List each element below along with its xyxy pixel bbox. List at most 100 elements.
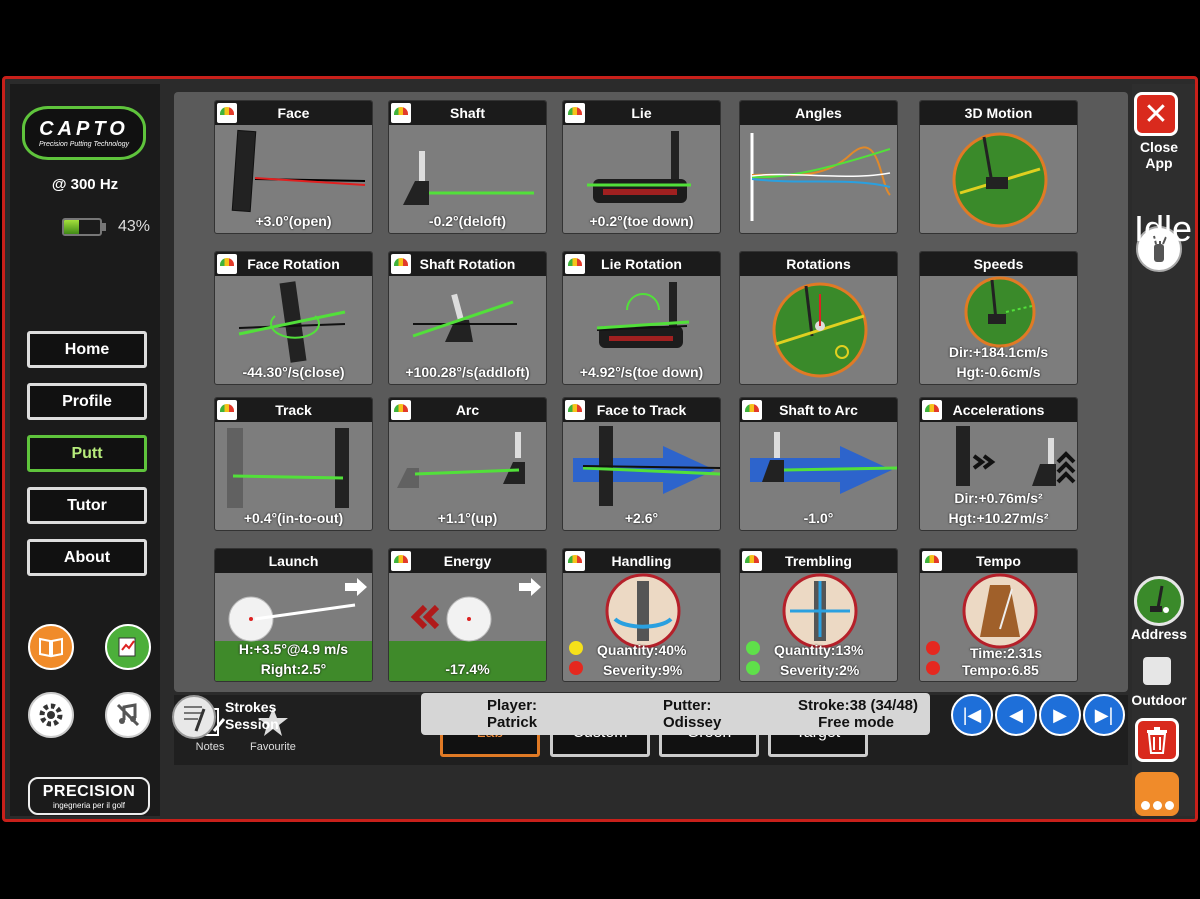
address-label: Address: [1130, 626, 1188, 642]
tile-value: +0.2°(toe down): [589, 213, 694, 229]
more-dot: [1152, 801, 1162, 810]
stroke-count: Stroke:38 (34/48): [797, 697, 918, 714]
tile-energy[interactable]: Energy -17.4%: [388, 548, 547, 682]
tile-rotations[interactable]: Rotations: [739, 251, 898, 385]
tile-face-rotation[interactable]: Face Rotation -44.30°/s(close): [214, 251, 373, 385]
time-indicator-dot: [926, 641, 940, 655]
tile-value: +100.28°/s(addloft): [405, 364, 530, 380]
gauge-icon: [217, 103, 237, 123]
book-icon[interactable]: [28, 624, 74, 670]
gauge-icon: [217, 254, 237, 274]
putter-label: Putter:: [663, 697, 712, 714]
tile-face[interactable]: Face +3.0°(open): [214, 100, 373, 234]
nav-tutor-button[interactable]: Tutor: [27, 487, 147, 524]
nav-putt-button[interactable]: Putt: [27, 435, 147, 472]
tile-value: Dir:+0.76m/s²: [954, 490, 1043, 506]
address-icon[interactable]: [1134, 576, 1184, 626]
tile-angles[interactable]: Angles: [739, 100, 898, 234]
tile-shaft-rotation[interactable]: Shaft Rotation +100.28°/s(addloft): [388, 251, 547, 385]
gauge-icon: [565, 103, 585, 123]
tile-title: Shaft Rotation: [419, 256, 516, 272]
nav-home-button[interactable]: Home: [27, 331, 147, 368]
stroke-info-bar: Player: Patrick Putter: Odissey Stroke:3…: [421, 693, 930, 735]
tile-trembling[interactable]: Trembling Quantity:13% Severity:2%: [739, 548, 898, 682]
time-stat: Time:2.31s: [970, 645, 1043, 661]
metrics-grid: Face +3.0°(open) Shaft -0.2°(deloft) Lie…: [174, 92, 1128, 692]
next-stroke-button[interactable]: ▶: [1039, 694, 1081, 736]
gauge-icon: [742, 400, 762, 420]
gauge-icon: [565, 551, 585, 571]
tile-value: +4.92°/s(toe down): [579, 364, 704, 380]
report-icon[interactable]: [105, 624, 151, 670]
tile-title: Face to Track: [596, 402, 687, 418]
skip-first-icon: |◀: [962, 704, 982, 725]
gauge-icon: [565, 254, 585, 274]
delete-button[interactable]: [1135, 718, 1179, 762]
previous-icon: ◀: [1009, 704, 1023, 725]
tile-title: Lie: [631, 105, 652, 121]
tile-accelerations[interactable]: Accelerations Dir:+0.76m/s² Hgt:+10.27m/…: [919, 397, 1078, 531]
logo-subtitle: Precision Putting Technology: [38, 141, 130, 148]
more-dot: [1140, 801, 1150, 810]
tile-shaft[interactable]: Shaft -0.2°(deloft): [388, 100, 547, 234]
notes-label: Notes: [195, 741, 225, 753]
player-name: Patrick: [487, 714, 538, 731]
quantity-indicator-dot: [746, 641, 760, 655]
severity-indicator-dot: [569, 661, 583, 675]
tile-value: +1.1°(up): [437, 510, 498, 526]
quantity-stat: Quantity:40%: [597, 642, 687, 658]
severity-stat: Severity:2%: [780, 662, 860, 678]
tile-handling[interactable]: Handling Quantity:40% Severity:9%: [562, 548, 721, 682]
tile-shaft-to-arc[interactable]: Shaft to Arc -1.0°: [739, 397, 898, 531]
tile-value: -0.2°(deloft): [428, 213, 507, 229]
nav-about-button[interactable]: About: [27, 539, 147, 576]
first-stroke-button[interactable]: |◀: [951, 694, 993, 736]
tile-3d-motion[interactable]: 3D Motion: [919, 100, 1078, 234]
tile-lie-rotation[interactable]: Lie Rotation +4.92°/s(toe down): [562, 251, 721, 385]
tempo-stat: Tempo:6.85: [962, 662, 1039, 678]
outdoor-checkbox[interactable]: [1143, 657, 1171, 685]
last-stroke-button[interactable]: ▶|: [1083, 694, 1125, 736]
tile-launch[interactable]: Launch H:+3.5°@4.9 m/s Right:2.5°: [214, 548, 373, 682]
strokes-session-icon[interactable]: [172, 695, 216, 739]
tile-title: Accelerations: [952, 402, 1045, 418]
tile-tempo[interactable]: Tempo Time:2.31s Tempo:6.85: [919, 548, 1078, 682]
previous-stroke-button[interactable]: ◀: [995, 694, 1037, 736]
tile-title: Rotations: [786, 256, 851, 272]
tile-speeds[interactable]: Speeds Dir:+184.1cm/s Hgt:-0.6cm/s: [919, 251, 1078, 385]
mute-sound-icon[interactable]: [105, 692, 151, 738]
brand-tagline: ingegneria per il golf: [52, 800, 126, 810]
next-icon: ▶: [1053, 704, 1067, 725]
favourite-label: Favourite: [250, 741, 296, 753]
quantity-indicator-dot: [569, 641, 583, 655]
tile-title: Angles: [795, 105, 842, 121]
brand-name: PRECISION: [42, 782, 136, 800]
close-app-button[interactable]: ✕: [1134, 92, 1178, 136]
gauge-icon: [391, 254, 411, 274]
more-options-button[interactable]: [1135, 772, 1179, 816]
tile-face-to-track[interactable]: Face to Track +2.6°: [562, 397, 721, 531]
close-icon: ✕: [1143, 97, 1169, 131]
gauge-icon: [742, 551, 762, 571]
tile-value: +0.4°(in-to-out): [243, 510, 344, 526]
capto-logo: CAPTO Precision Putting Technology: [22, 106, 146, 160]
tile-title: Face Rotation: [247, 256, 340, 272]
tile-arc[interactable]: Arc +1.1°(up): [388, 397, 547, 531]
tile-value-2: Hgt:+10.27m/s²: [948, 510, 1049, 526]
tile-lie[interactable]: Lie +0.2°(toe down): [562, 100, 721, 234]
tile-track[interactable]: Track +0.4°(in-to-out): [214, 397, 373, 531]
tile-value: -1.0°: [803, 510, 834, 526]
gear-icon[interactable]: [28, 692, 74, 738]
tile-title: Energy: [443, 553, 492, 569]
battery-icon: [62, 218, 102, 236]
tile-title: Launch: [268, 553, 319, 569]
rotations-graphic: [772, 282, 868, 378]
tile-title: Shaft: [450, 105, 485, 121]
nav-profile-button[interactable]: Profile: [27, 383, 147, 420]
player-info: Player: Patrick: [487, 697, 537, 731]
tile-title: Handling: [611, 553, 672, 569]
tile-value-2: Hgt:-0.6cm/s: [956, 364, 1041, 380]
close-label-line2: App: [1145, 155, 1173, 171]
tile-value-2: Right:2.5°: [260, 661, 327, 677]
severity-stat: Severity:9%: [603, 662, 683, 678]
